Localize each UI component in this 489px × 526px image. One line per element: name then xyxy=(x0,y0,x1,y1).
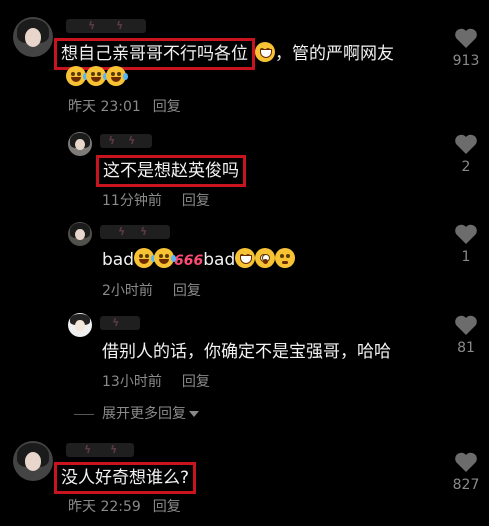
grin-emoji xyxy=(235,248,256,268)
laugh-cry-emoji xyxy=(154,248,176,268)
username-redacted[interactable]: ϟϟ xyxy=(100,134,152,148)
chevron-down-icon xyxy=(189,411,199,417)
grin-sweat-emoji xyxy=(255,42,275,62)
expand-more-replies[interactable]: 展开更多回复 xyxy=(74,403,199,423)
comment-meta: 昨天 23:01 回复 xyxy=(68,96,181,116)
username-redacted[interactable]: ϟϟ xyxy=(100,225,170,239)
laugh-cry-emoji xyxy=(86,66,108,86)
comment-text: 借别人的话，你确定不是宝强哥，哈哈 xyxy=(102,342,391,362)
comment-time: 昨天 23:01 xyxy=(68,99,141,115)
reply-button[interactable]: 回复 xyxy=(182,193,210,209)
avatar[interactable] xyxy=(68,132,92,156)
reply-button[interactable]: 回复 xyxy=(153,99,181,115)
comment-time: 11分钟前 xyxy=(102,193,162,209)
sleepy-emoji xyxy=(275,248,296,268)
reply-button[interactable]: 回复 xyxy=(173,283,201,299)
highlighted-text: 没人好奇想谁么? xyxy=(54,462,197,494)
like-button[interactable]: 913 xyxy=(446,27,486,69)
comment-text: 这不是想赵英俊吗 xyxy=(96,155,246,187)
heart-icon xyxy=(455,134,477,154)
comment-meta: 13小时前 回复 xyxy=(102,371,210,391)
heart-icon xyxy=(455,315,477,335)
like-button[interactable]: 827 xyxy=(446,451,486,493)
reply-button[interactable]: 回复 xyxy=(182,374,210,390)
heart-icon xyxy=(455,452,477,472)
avatar[interactable] xyxy=(68,222,92,246)
laugh-cry-emoji xyxy=(106,66,128,86)
comment-meta: 昨天 22:59 回复 xyxy=(68,496,181,516)
like-count: 2 xyxy=(461,159,471,175)
username-redacted[interactable]: ϟϟ xyxy=(66,443,134,457)
avatar[interactable] xyxy=(68,313,92,337)
six-six-six-emoji: 666 xyxy=(174,253,204,269)
comment-time: 昨天 22:59 xyxy=(68,499,141,515)
comment-time: 2小时前 xyxy=(102,283,153,299)
laugh-cry-emoji xyxy=(134,248,156,268)
comment-time: 13小时前 xyxy=(102,374,162,390)
like-button[interactable]: 2 xyxy=(446,133,486,175)
comment-text: bad 666bad xyxy=(102,248,296,273)
heart-icon xyxy=(455,28,477,48)
highlighted-text: 这不是想赵英俊吗 xyxy=(96,155,246,187)
heart-icon xyxy=(455,224,477,244)
like-button[interactable]: 81 xyxy=(446,314,486,356)
like-count: 827 xyxy=(452,477,480,493)
reply-button[interactable]: 回复 xyxy=(153,499,181,515)
like-button[interactable]: 1 xyxy=(446,223,486,265)
surprised-emoji xyxy=(255,248,276,268)
like-count: 81 xyxy=(457,340,475,356)
like-count: 913 xyxy=(452,53,480,69)
divider-line xyxy=(74,413,94,415)
avatar[interactable] xyxy=(13,441,53,481)
username-redacted[interactable]: ϟ xyxy=(100,316,140,330)
laugh-cry-emoji xyxy=(66,66,88,86)
comment-meta: 2小时前 回复 xyxy=(102,280,201,300)
comment-text: 没人好奇想谁么? xyxy=(54,462,197,494)
comment-meta: 11分钟前 回复 xyxy=(102,190,210,210)
avatar[interactable] xyxy=(13,17,53,57)
like-count: 1 xyxy=(461,249,471,265)
username-redacted[interactable]: ϟϟ xyxy=(66,19,146,33)
comment-emoji-line xyxy=(66,66,128,90)
